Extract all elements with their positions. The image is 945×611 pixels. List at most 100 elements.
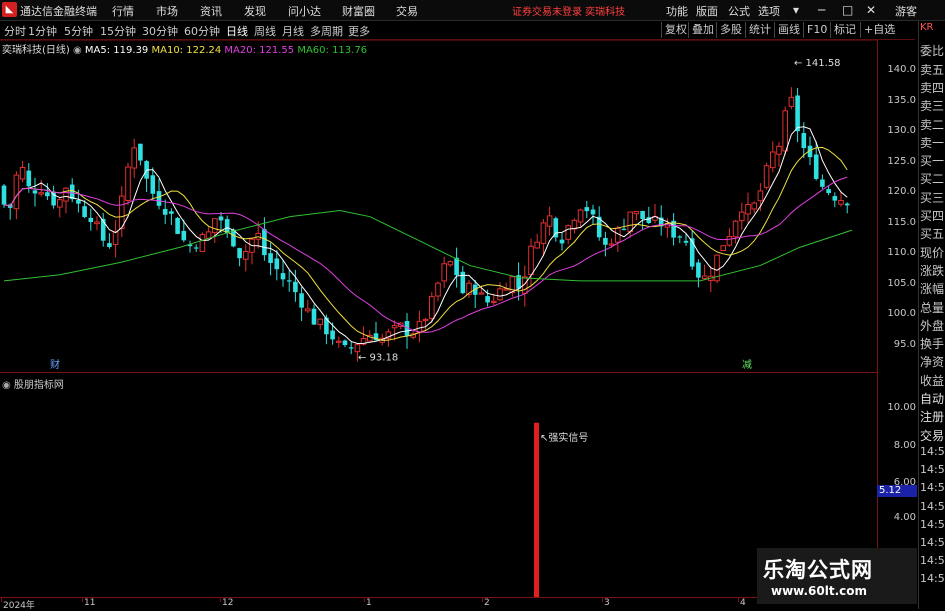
candle-body-down <box>76 199 81 204</box>
close-icon[interactable]: ✕ <box>866 3 876 17</box>
date-tick-mark <box>364 598 365 602</box>
signal-bar <box>534 422 539 597</box>
candle-body-down <box>274 258 280 270</box>
candle-body-down <box>100 218 106 241</box>
app-name: 通达信金融终端 <box>20 5 97 18</box>
price-tick-label: 120.0 <box>887 186 916 198</box>
tab-30min[interactable]: 30分钟 <box>142 23 178 39</box>
watermark-url: www.60lt.com <box>771 584 868 598</box>
candle-body-up <box>528 245 534 276</box>
multi-stock-button[interactable]: 多股 <box>716 22 742 38</box>
candle-body-down <box>683 240 689 243</box>
side-field-label: 换手 <box>920 337 945 352</box>
candle-body-up <box>391 325 398 329</box>
tab-60min[interactable]: 60分钟 <box>184 23 220 39</box>
indicator-title: 股朋指标网 <box>13 380 64 391</box>
tab-daily[interactable]: 日线 <box>226 23 248 39</box>
tab-multi-period[interactable]: 多周期 <box>310 23 343 39</box>
minimize-icon[interactable]: ─ <box>818 3 825 17</box>
candle-body-up <box>447 261 454 266</box>
side-field-label: 14:56 <box>920 444 945 458</box>
candle-body-down <box>224 219 230 233</box>
candle-body-down <box>559 239 565 244</box>
candle-body-down <box>32 190 38 194</box>
ma5-value: MA5: 119.39 <box>84 45 149 56</box>
candle-body-down <box>1 185 7 205</box>
ma60-value: MA60: 113.76 <box>297 45 368 56</box>
candle-body-up <box>131 147 137 169</box>
draw-line-button[interactable]: 画线 <box>774 22 800 38</box>
tab-monthly[interactable]: 月线 <box>282 23 304 39</box>
date-tick-mark <box>82 598 83 602</box>
side-field-label: 卖一 <box>920 135 945 150</box>
menu-layout[interactable]: 版面 <box>696 3 718 19</box>
side-field-label: 14:56 <box>920 463 945 477</box>
mark-button[interactable]: 标记 <box>830 22 856 38</box>
candle-body-up <box>422 318 429 322</box>
circle-icon[interactable]: ◉ <box>2 380 11 391</box>
candle-body-down <box>150 175 156 194</box>
f10-button[interactable]: F10 <box>803 22 827 38</box>
circle-icon[interactable]: ◉ <box>73 45 82 56</box>
menu-options[interactable]: 选项 <box>758 3 780 19</box>
title-bar: ◣ 通达信金融终端 行情 市场 资讯 发现 问小达 财富圈 交易 证券交易未登录… <box>0 0 945 21</box>
menu-wealth-circle[interactable]: 财富圈 <box>342 3 375 19</box>
candle-body-down <box>175 218 180 234</box>
tab-1min[interactable]: 1分钟 <box>28 23 57 39</box>
candle-body-down <box>311 308 317 325</box>
side-field-label: 卖三 <box>920 99 945 114</box>
menu-discover[interactable]: 发现 <box>244 3 266 19</box>
date-tick-label: 2 <box>484 598 490 608</box>
side-field-label[interactable]: 注册 <box>920 408 944 425</box>
tab-weekly[interactable]: 周线 <box>254 23 276 39</box>
menu-formula[interactable]: 公式 <box>728 3 750 19</box>
menu-market[interactable]: 市场 <box>156 3 178 19</box>
side-field-label[interactable]: 交易 <box>920 427 944 444</box>
candle-body-down <box>330 330 335 340</box>
indicator-tick-label: 8.00 <box>893 440 916 451</box>
candle-body-up <box>732 220 739 238</box>
restore-rights-button[interactable]: 复权 <box>661 22 687 38</box>
tab-5min[interactable]: 5分钟 <box>64 23 93 39</box>
candle-body-up <box>782 110 789 152</box>
side-field-label: 卖二 <box>920 117 945 132</box>
side-field-label: 买三 <box>920 190 945 205</box>
ma10-value: MA10: 122.24 <box>151 45 222 56</box>
candle-body-up <box>720 245 727 252</box>
tab-intraday[interactable]: 分时 <box>4 23 26 39</box>
menu-function[interactable]: 功能 <box>666 3 688 19</box>
indicator-tick-label: 10.00 <box>887 402 916 413</box>
candle-body-up <box>770 151 776 169</box>
tab-more[interactable]: 更多 <box>348 23 370 39</box>
guest-label[interactable]: 游客 <box>895 3 917 19</box>
menu-dropdown-icon[interactable]: ▾ <box>793 3 799 17</box>
candle-body-down <box>342 340 348 346</box>
date-tick-mark <box>602 598 603 602</box>
candle-body-up <box>615 227 621 243</box>
date-tick-label: 12 <box>222 598 234 608</box>
indicator-tick-label: 4.00 <box>893 512 916 523</box>
menu-news[interactable]: 资讯 <box>200 3 222 19</box>
date-tick-mark <box>482 598 483 602</box>
candle-body-down <box>826 189 831 194</box>
event-marker-reduce: 减 <box>742 359 752 371</box>
overlay-button[interactable]: 叠加 <box>688 22 714 38</box>
indicator-chart[interactable]: ↖强实信号 <box>0 373 877 597</box>
menu-ask[interactable]: 问小达 <box>288 3 321 19</box>
tab-15min[interactable]: 15分钟 <box>100 23 136 39</box>
add-watchlist-button[interactable]: +自选 <box>860 22 895 38</box>
candle-body-down <box>138 143 143 161</box>
maximize-icon[interactable]: □ <box>842 3 853 17</box>
side-field-label: 14:56 <box>920 499 945 513</box>
statistics-button[interactable]: 统计 <box>745 22 771 38</box>
side-field-label: 14:56 <box>920 481 945 495</box>
kline-chart[interactable]: ← 141.58 ← 93.18 财 减 <box>0 40 877 372</box>
side-field-label: 涨跌 <box>920 263 945 278</box>
candle-body-down <box>45 192 50 197</box>
high-price-label: ← 141.58 <box>794 58 841 69</box>
side-field-label[interactable]: 自动 <box>920 390 944 407</box>
menu-trade[interactable]: 交易 <box>396 3 418 19</box>
candle-body-down <box>280 273 286 280</box>
menu-quotes[interactable]: 行情 <box>112 3 134 19</box>
candle-body-up <box>336 340 342 343</box>
